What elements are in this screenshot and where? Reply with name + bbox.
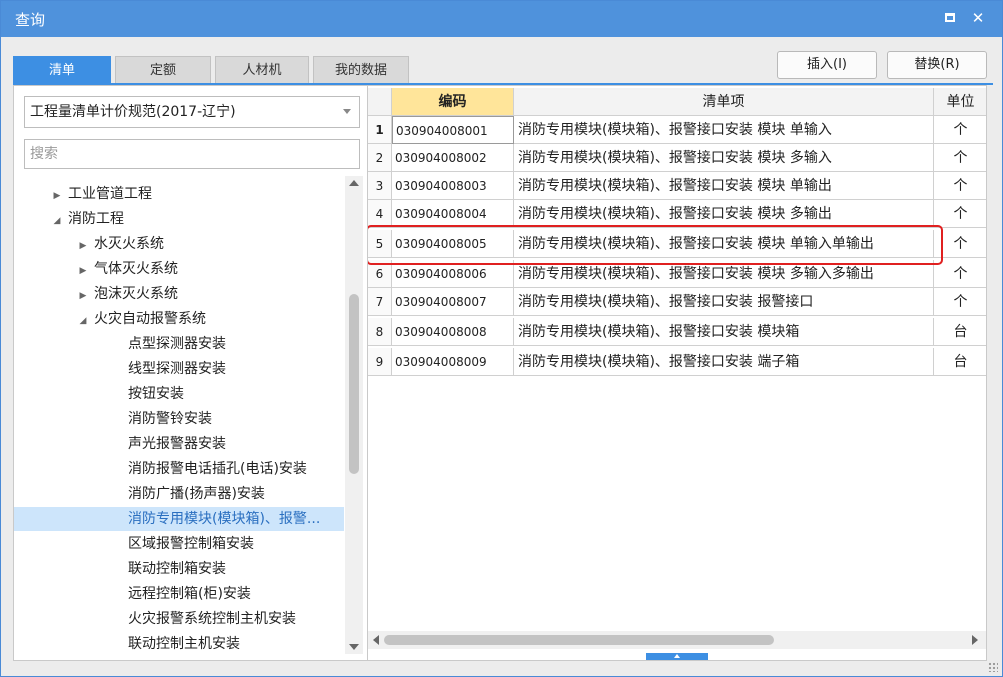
table-row[interactable]: 4 030904008004 消防专用模块(模块箱)、报警接口安装 模块 多输出…	[368, 200, 986, 228]
row-number: 2	[368, 144, 392, 172]
row-number: 7	[368, 288, 392, 316]
tree-item-fire-alarm[interactable]: ◢ 火灾自动报警系统	[14, 307, 344, 331]
row-unit[interactable]: 个	[934, 288, 986, 316]
row-item[interactable]: 消防专用模块(模块箱)、报警接口安装 模块 单输出	[514, 172, 934, 200]
collapse-arrow-icon[interactable]: ◢	[50, 209, 64, 233]
tree-item-alarm-host[interactable]: 火灾报警系统控制主机安装	[14, 607, 344, 631]
tree-item-fire-bell[interactable]: 消防警铃安装	[14, 407, 344, 431]
tree-item-module[interactable]: 消防专用模块(模块箱)、报警...	[14, 507, 344, 531]
window-title: 查询	[15, 11, 46, 29]
chevron-up-icon	[674, 654, 680, 658]
row-item[interactable]: 消防专用模块(模块箱)、报警接口安装 模块 单输入	[514, 116, 934, 144]
tree-item-foam-extinguish[interactable]: ▶ 泡沫灭火系统	[14, 282, 344, 306]
bill-grid-panel: 编码 清单项 单位 1 030904008001 消防专用模块(模块箱)、报警接…	[367, 85, 987, 661]
row-item[interactable]: 消防专用模块(模块箱)、报警接口安装 模块箱	[514, 318, 934, 346]
expand-arrow-icon[interactable]: ▶	[50, 184, 64, 208]
header-unit[interactable]: 单位	[934, 88, 986, 116]
row-code[interactable]: 030904008009	[392, 348, 514, 376]
scroll-left-icon[interactable]	[373, 635, 379, 645]
row-number: 8	[368, 318, 392, 346]
grid-horizontal-scrollbar[interactable]	[368, 631, 986, 649]
insert-button[interactable]: 插入(I)	[777, 51, 877, 79]
search-input[interactable]	[24, 139, 360, 169]
row-number: 3	[368, 172, 392, 200]
tree-item-alarm-phone[interactable]: 消防报警电话插孔(电话)安装	[14, 457, 344, 481]
category-panel: 工程量清单计价规范(2017-辽宁) ▶工业管道工程 ◢消防工程 ▶水灭火系统 …	[13, 85, 368, 661]
row-code[interactable]: 030904008004	[392, 200, 514, 228]
row-unit[interactable]: 台	[934, 318, 986, 346]
resize-grip-icon[interactable]	[988, 662, 998, 672]
split-handle[interactable]	[646, 653, 708, 660]
tree-item-linkage-host[interactable]: 联动控制主机安装	[14, 632, 344, 656]
close-icon[interactable]: ✕	[967, 7, 989, 29]
tree-item-zone-control[interactable]: 区域报警控制箱安装	[14, 532, 344, 556]
tab-quota[interactable]: 定额	[115, 56, 211, 84]
row-unit[interactable]: 台	[934, 348, 986, 376]
replace-button[interactable]: 替换(R)	[887, 51, 987, 79]
table-row[interactable]: 7 030904008007 消防专用模块(模块箱)、报警接口安装 报警接口 个	[368, 288, 986, 316]
tree-item-broadcast[interactable]: 消防广播(扬声器)安装	[14, 482, 344, 506]
row-number: 9	[368, 348, 392, 376]
query-dialog: 查询 ✕ 清单 定额 人材机 我的数据 插入(I) 替换(R) 工程量清单计价规…	[0, 0, 1003, 677]
collapse-arrow-icon[interactable]: ◢	[76, 309, 90, 333]
header-code[interactable]: 编码	[392, 88, 514, 116]
table-row[interactable]: 3 030904008003 消防专用模块(模块箱)、报警接口安装 模块 单输出…	[368, 172, 986, 200]
header-rownum	[368, 88, 392, 116]
row-unit[interactable]: 个	[934, 200, 986, 228]
tree-item-industrial-pipe[interactable]: ▶ 工业管道工程	[14, 182, 344, 206]
expand-arrow-icon[interactable]: ▶	[76, 259, 90, 283]
header-item[interactable]: 清单项	[514, 88, 934, 116]
row-item[interactable]: 消防专用模块(模块箱)、报警接口安装 端子箱	[514, 348, 934, 376]
row-unit[interactable]: 个	[934, 144, 986, 172]
tree-scrollbar[interactable]	[345, 176, 363, 654]
highlight-annotation	[368, 225, 943, 265]
spec-select-value: 工程量清单计价规范(2017-辽宁)	[30, 104, 236, 120]
tree-item-remote-box[interactable]: 远程控制箱(柜)安装	[14, 582, 344, 606]
scroll-right-icon[interactable]	[972, 635, 978, 645]
row-unit[interactable]: 个	[934, 116, 986, 144]
tab-my-data[interactable]: 我的数据	[313, 56, 409, 84]
row-code[interactable]: 030904008001	[392, 116, 514, 144]
scroll-thumb[interactable]	[349, 294, 359, 474]
row-code[interactable]: 030904008003	[392, 172, 514, 200]
grid-header: 编码 清单项 单位	[368, 88, 986, 116]
row-item[interactable]: 消防专用模块(模块箱)、报警接口安装 模块 多输入	[514, 144, 934, 172]
spec-select[interactable]: 工程量清单计价规范(2017-辽宁)	[24, 96, 360, 128]
table-row[interactable]: 9 030904008009 消防专用模块(模块箱)、报警接口安装 端子箱 台	[368, 348, 986, 376]
row-code[interactable]: 030904008002	[392, 144, 514, 172]
tree-item-fire-protection[interactable]: ◢ 消防工程	[14, 207, 344, 231]
tree-item-point-detector[interactable]: 点型探测器安装	[14, 332, 344, 356]
title-bar[interactable]: 查询 ✕	[1, 1, 1002, 37]
tab-resources[interactable]: 人材机	[215, 56, 309, 84]
row-unit[interactable]: 个	[934, 172, 986, 200]
tab-bill[interactable]: 清单	[13, 56, 111, 84]
maximize-icon[interactable]	[939, 7, 961, 29]
tree-item-line-detector[interactable]: 线型探测器安装	[14, 357, 344, 381]
tree-item-alarm-light[interactable]: 声光报警器安装	[14, 432, 344, 456]
table-row[interactable]: 8 030904008008 消防专用模块(模块箱)、报警接口安装 模块箱 台	[368, 318, 986, 346]
row-number: 4	[368, 200, 392, 228]
table-row[interactable]: 1 030904008001 消防专用模块(模块箱)、报警接口安装 模块 单输入…	[368, 116, 986, 144]
tree-item-water-extinguish[interactable]: ▶ 水灭火系统	[14, 232, 344, 256]
scroll-down-icon[interactable]	[349, 644, 359, 650]
row-unit[interactable]: 个	[934, 260, 986, 288]
expand-arrow-icon[interactable]: ▶	[76, 284, 90, 308]
row-code[interactable]: 030904008008	[392, 318, 514, 346]
table-row[interactable]: 2 030904008002 消防专用模块(模块箱)、报警接口安装 模块 多输入…	[368, 144, 986, 172]
scroll-up-icon[interactable]	[349, 180, 359, 186]
row-item[interactable]: 消防专用模块(模块箱)、报警接口安装 报警接口	[514, 288, 934, 316]
tree-item-button[interactable]: 按钮安装	[14, 382, 344, 406]
row-code[interactable]: 030904008007	[392, 288, 514, 316]
dropdown-arrow-icon	[343, 109, 351, 114]
scroll-thumb[interactable]	[384, 635, 774, 645]
category-tree: ▶ 工业管道工程 ◢ 消防工程 ▶ 水灭火系统 ▶ 气体灭火系统 ▶ 泡沫灭火系统 ◢ 火灾…	[14, 176, 344, 660]
row-number: 1	[368, 116, 392, 144]
row-item[interactable]: 消防专用模块(模块箱)、报警接口安装 模块 多输出	[514, 200, 934, 228]
tree-item-linkage-box[interactable]: 联动控制箱安装	[14, 557, 344, 581]
tree-item-gas-extinguish[interactable]: ▶ 气体灭火系统	[14, 257, 344, 281]
expand-arrow-icon[interactable]: ▶	[76, 234, 90, 258]
